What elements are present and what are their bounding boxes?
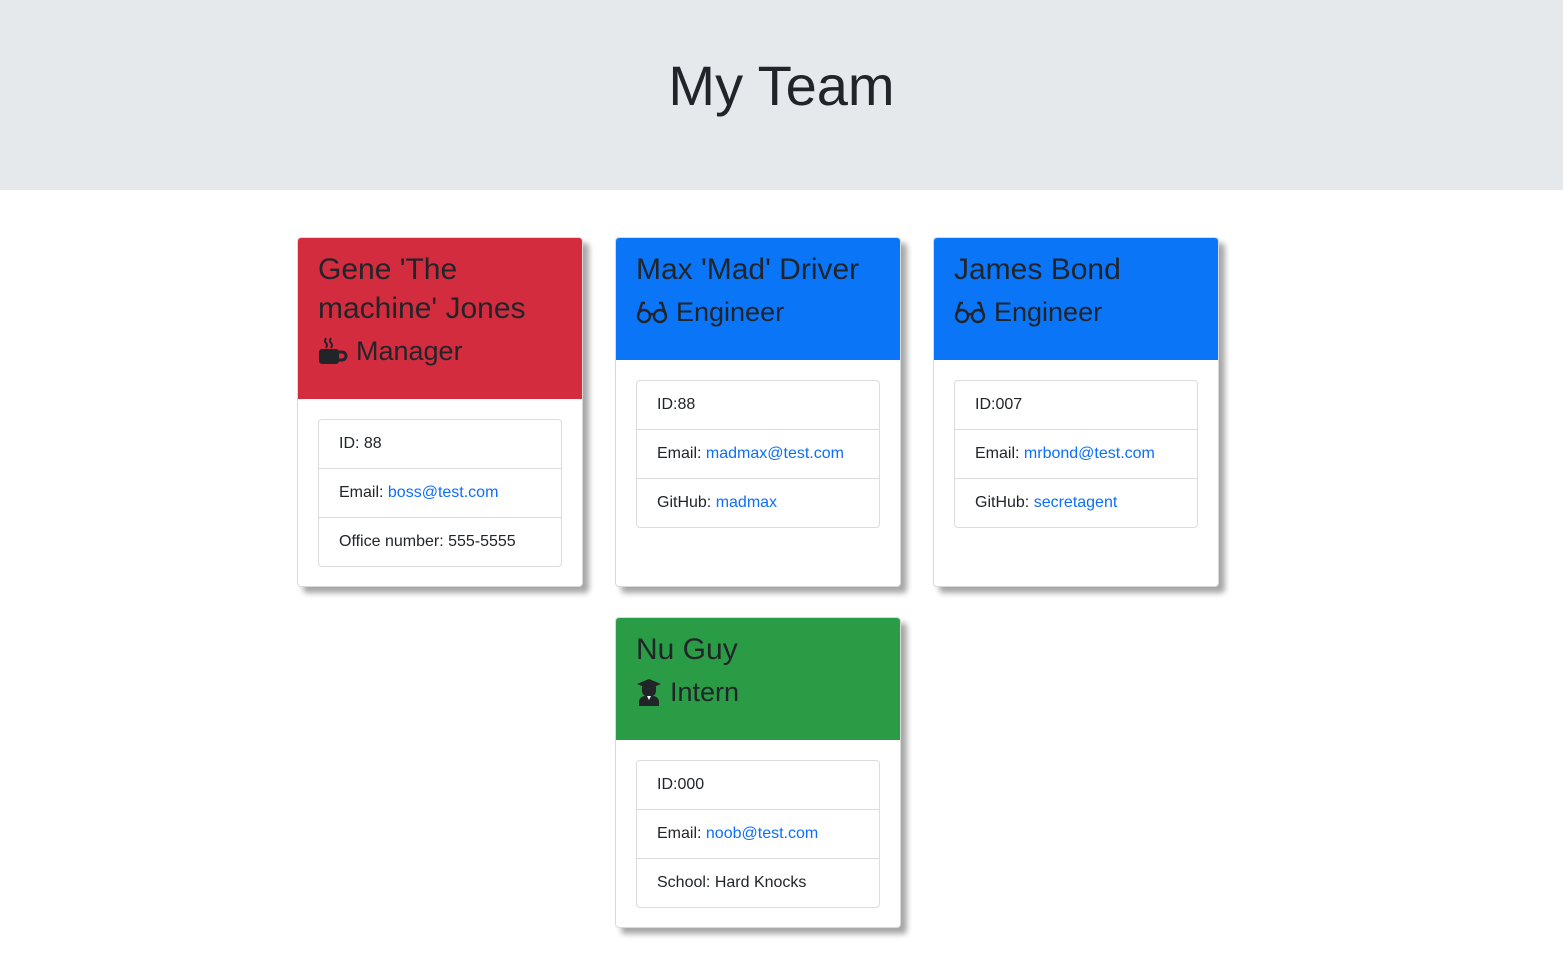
email-link[interactable]: boss@test.com bbox=[388, 484, 499, 501]
card-header: Max 'Mad' Driver Engineer bbox=[616, 238, 900, 360]
info-list: ID: 88 Email: boss@test.com Office numbe… bbox=[318, 419, 562, 567]
info-list: ID:000 Email: noob@test.com School: Hard… bbox=[636, 760, 880, 908]
email-item: Email: boss@test.com bbox=[319, 469, 561, 518]
employee-card-engineer: Max 'Mad' Driver Engineer ID:88 Email: m… bbox=[615, 237, 901, 587]
id-item: ID:000 bbox=[637, 761, 879, 810]
jumbotron: My Team bbox=[0, 0, 1563, 190]
id-item: ID:007 bbox=[955, 381, 1197, 430]
card-header: James Bond Engineer bbox=[934, 238, 1218, 360]
employee-name: James Bond bbox=[954, 253, 1121, 286]
email-item: Email: madmax@test.com bbox=[637, 430, 879, 479]
role-label: Engineer bbox=[676, 297, 785, 327]
card-header: Nu Guy Intern bbox=[616, 618, 900, 740]
school-item: School: Hard Knocks bbox=[657, 874, 807, 891]
info-list: ID:007 Email: mrbond@test.com GitHub: se… bbox=[954, 380, 1198, 528]
role-label: Manager bbox=[356, 336, 463, 366]
employee-role: Intern bbox=[636, 675, 880, 709]
email-link[interactable]: mrbond@test.com bbox=[1024, 445, 1155, 462]
github-item: GitHub: secretagent bbox=[955, 479, 1197, 527]
employee-card-engineer: James Bond Engineer ID:007 Email: mrbond… bbox=[933, 237, 1219, 587]
employee-card-manager: Gene 'The machine' Jones Manager ID: 88 … bbox=[297, 237, 583, 587]
employee-name: Nu Guy bbox=[636, 633, 738, 666]
github-item: GitHub: madmax bbox=[637, 479, 879, 527]
office-number-item: Office number: 555-5555 bbox=[339, 533, 516, 550]
email-label: Email: bbox=[339, 484, 388, 501]
email-link[interactable]: madmax@test.com bbox=[706, 445, 844, 462]
role-label: Intern bbox=[670, 677, 740, 707]
employee-name: Gene 'The machine' Jones bbox=[318, 253, 526, 325]
info-list: ID:88 Email: madmax@test.com GitHub: mad… bbox=[636, 380, 880, 528]
email-item: Email: noob@test.com bbox=[637, 810, 879, 859]
glasses-icon bbox=[954, 300, 986, 324]
card-body: ID:000 Email: noob@test.com School: Hard… bbox=[616, 740, 900, 927]
card-body: ID: 88 Email: boss@test.com Office numbe… bbox=[298, 399, 582, 586]
email-item: Email: mrbond@test.com bbox=[955, 430, 1197, 479]
card-body: ID:007 Email: mrbond@test.com GitHub: se… bbox=[934, 360, 1218, 548]
employee-name: Max 'Mad' Driver bbox=[636, 253, 860, 286]
employee-card-intern: Nu Guy Intern ID:000 Email: noob@test.co… bbox=[615, 617, 901, 928]
email-label: Email: bbox=[657, 825, 706, 842]
email-label: Email: bbox=[975, 445, 1024, 462]
id-item: ID:88 bbox=[637, 381, 879, 430]
employee-role: Engineer bbox=[636, 295, 880, 329]
role-label: Engineer bbox=[994, 297, 1103, 327]
github-link[interactable]: madmax bbox=[716, 494, 777, 511]
glasses-icon bbox=[636, 300, 668, 324]
page-title: My Team bbox=[668, 54, 895, 117]
github-label: GitHub: bbox=[657, 494, 716, 511]
card-header: Gene 'The machine' Jones Manager bbox=[298, 238, 582, 399]
graduate-icon bbox=[636, 678, 662, 706]
employee-role: Manager bbox=[318, 334, 562, 368]
email-label: Email: bbox=[657, 445, 706, 462]
id-item: ID: 88 bbox=[319, 420, 561, 469]
email-link[interactable]: noob@test.com bbox=[706, 825, 818, 842]
github-label: GitHub: bbox=[975, 494, 1034, 511]
employee-role: Engineer bbox=[954, 295, 1198, 329]
card-body: ID:88 Email: madmax@test.com GitHub: mad… bbox=[616, 360, 900, 548]
github-link[interactable]: secretagent bbox=[1034, 494, 1118, 511]
coffee-mug-icon bbox=[318, 337, 348, 365]
